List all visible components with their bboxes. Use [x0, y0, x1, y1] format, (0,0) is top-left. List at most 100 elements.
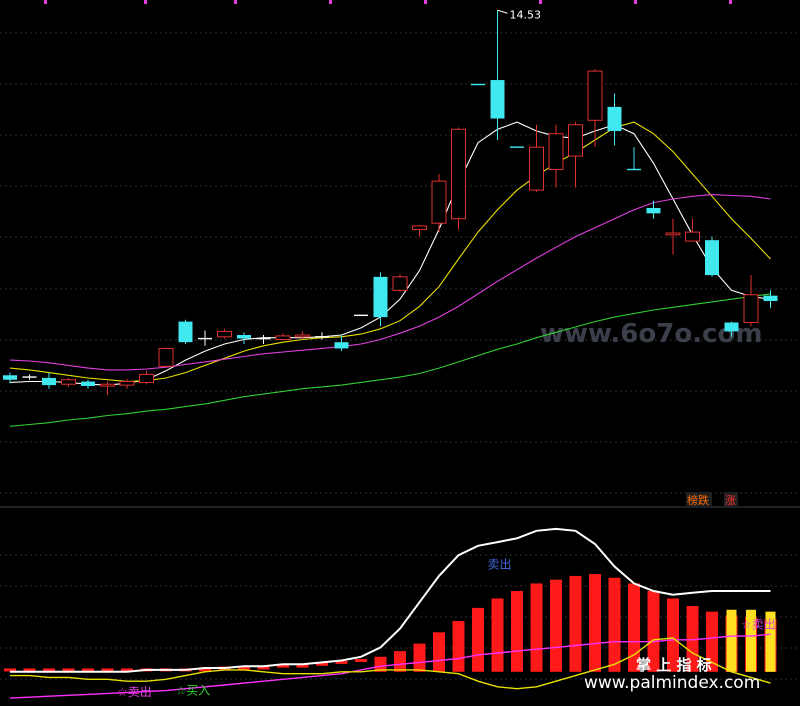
candle-body: [665, 232, 681, 236]
candle: [490, 10, 505, 140]
candle: [42, 372, 56, 389]
candle: [81, 379, 95, 389]
candle-body: [705, 240, 719, 276]
candle-body: [451, 128, 466, 220]
signal-annotation: ☆卖出: [741, 618, 776, 632]
brand-watermark: 掌 上 指 标: [636, 656, 712, 674]
indicator-bar: [433, 632, 445, 672]
indicator-bar: [569, 575, 582, 672]
legend: 榜跌 涨: [686, 492, 738, 507]
candle: [256, 335, 271, 344]
top-tick: [234, 0, 237, 4]
top-tick: [144, 0, 147, 4]
candle-body: [763, 295, 778, 302]
candle: [392, 274, 408, 293]
candle: [237, 332, 251, 344]
candle-body: [743, 294, 759, 323]
indicator-bar: [491, 598, 504, 672]
candle: [275, 333, 291, 341]
indicator-bar: [472, 607, 484, 672]
candle-body: [334, 342, 349, 349]
candle-body: [295, 334, 310, 338]
legend-label: 涨: [725, 494, 736, 507]
candle-body: [275, 335, 291, 340]
moving-average-line: [9, 293, 771, 427]
candle: [100, 381, 115, 395]
candle: [665, 218, 681, 255]
top-tick: [329, 0, 332, 4]
candle: [627, 147, 641, 171]
indicator-bar: [355, 659, 367, 663]
brand-url-watermark: www.palmindex.com: [584, 673, 760, 693]
candle: [548, 124, 564, 188]
candle: [431, 173, 447, 233]
indicator-bar: [726, 609, 737, 672]
indicator-bar: [589, 574, 601, 672]
candle-body: [490, 80, 505, 119]
top-tick: [634, 0, 637, 4]
candle: [217, 328, 232, 339]
candle: [763, 290, 778, 309]
stock-chart: www.6o7o.com 14.53 榜跌涨卖出 ☆卖出 ☆买入 ☆卖出掌 上 指 标 ww…: [0, 0, 800, 706]
signal-annotation: ☆卖出: [117, 685, 152, 699]
candle-body: [548, 133, 564, 171]
signal-annotation: ☆买入: [176, 683, 211, 697]
signal-annotation: 卖出: [488, 557, 512, 571]
candle: [685, 218, 700, 242]
candle-body: [646, 207, 661, 214]
indicator-bar: [550, 579, 562, 672]
top-tick: [729, 0, 732, 4]
candle-body: [607, 106, 622, 132]
candle: [139, 370, 154, 385]
top-tick: [44, 0, 47, 4]
top-tick: [539, 0, 542, 4]
candle: [295, 331, 310, 340]
candle: [178, 319, 193, 344]
candle: [373, 272, 388, 327]
indicator-bar: [530, 583, 543, 672]
legend-label: 榜跌: [687, 493, 709, 507]
indicator-bar: [608, 577, 621, 672]
candle: [61, 377, 76, 387]
candle-body: [373, 276, 388, 318]
indicator-bar: [413, 643, 426, 672]
candle-body: [587, 70, 603, 121]
candle-body: [42, 377, 56, 386]
candle: [451, 127, 466, 230]
chart-canvas: www.6o7o.com14.53榜跌 涨卖出☆卖出 ☆买入☆卖出掌 上 指 标ww…: [0, 0, 800, 699]
candle: [705, 236, 719, 277]
candle: [743, 275, 759, 327]
candle-body: [81, 381, 95, 387]
candle: [607, 93, 622, 146]
candle: [22, 374, 37, 380]
indicator-bar: [511, 590, 523, 672]
candle: [119, 378, 135, 389]
candle: [646, 200, 661, 219]
candle-body: [158, 347, 174, 367]
candle-body: [100, 383, 115, 387]
candle-body: [217, 330, 232, 338]
candle-body: [139, 373, 154, 383]
candle-body: [431, 180, 447, 224]
candle-body: [529, 146, 544, 191]
candle-body: [178, 321, 193, 343]
indicator-bar: [394, 651, 406, 672]
candle-body: [568, 124, 583, 157]
candle: [568, 122, 583, 188]
candle-body: [237, 335, 251, 339]
candle: [412, 224, 427, 237]
candle-body: [392, 276, 408, 291]
candle-body: [724, 322, 739, 332]
price-moving-averages: [9, 121, 771, 427]
candle-body: [3, 375, 17, 380]
candle: [158, 347, 174, 368]
candle: [198, 330, 212, 346]
candle-body: [685, 231, 700, 242]
high-marker: [497, 9, 508, 14]
candle-body: [61, 379, 76, 385]
candle-body: [119, 381, 135, 386]
candle-body: [412, 225, 427, 230]
top-tick: [424, 0, 427, 4]
high-price-label: 14.53: [510, 8, 542, 21]
indicator-bar: [452, 621, 465, 672]
